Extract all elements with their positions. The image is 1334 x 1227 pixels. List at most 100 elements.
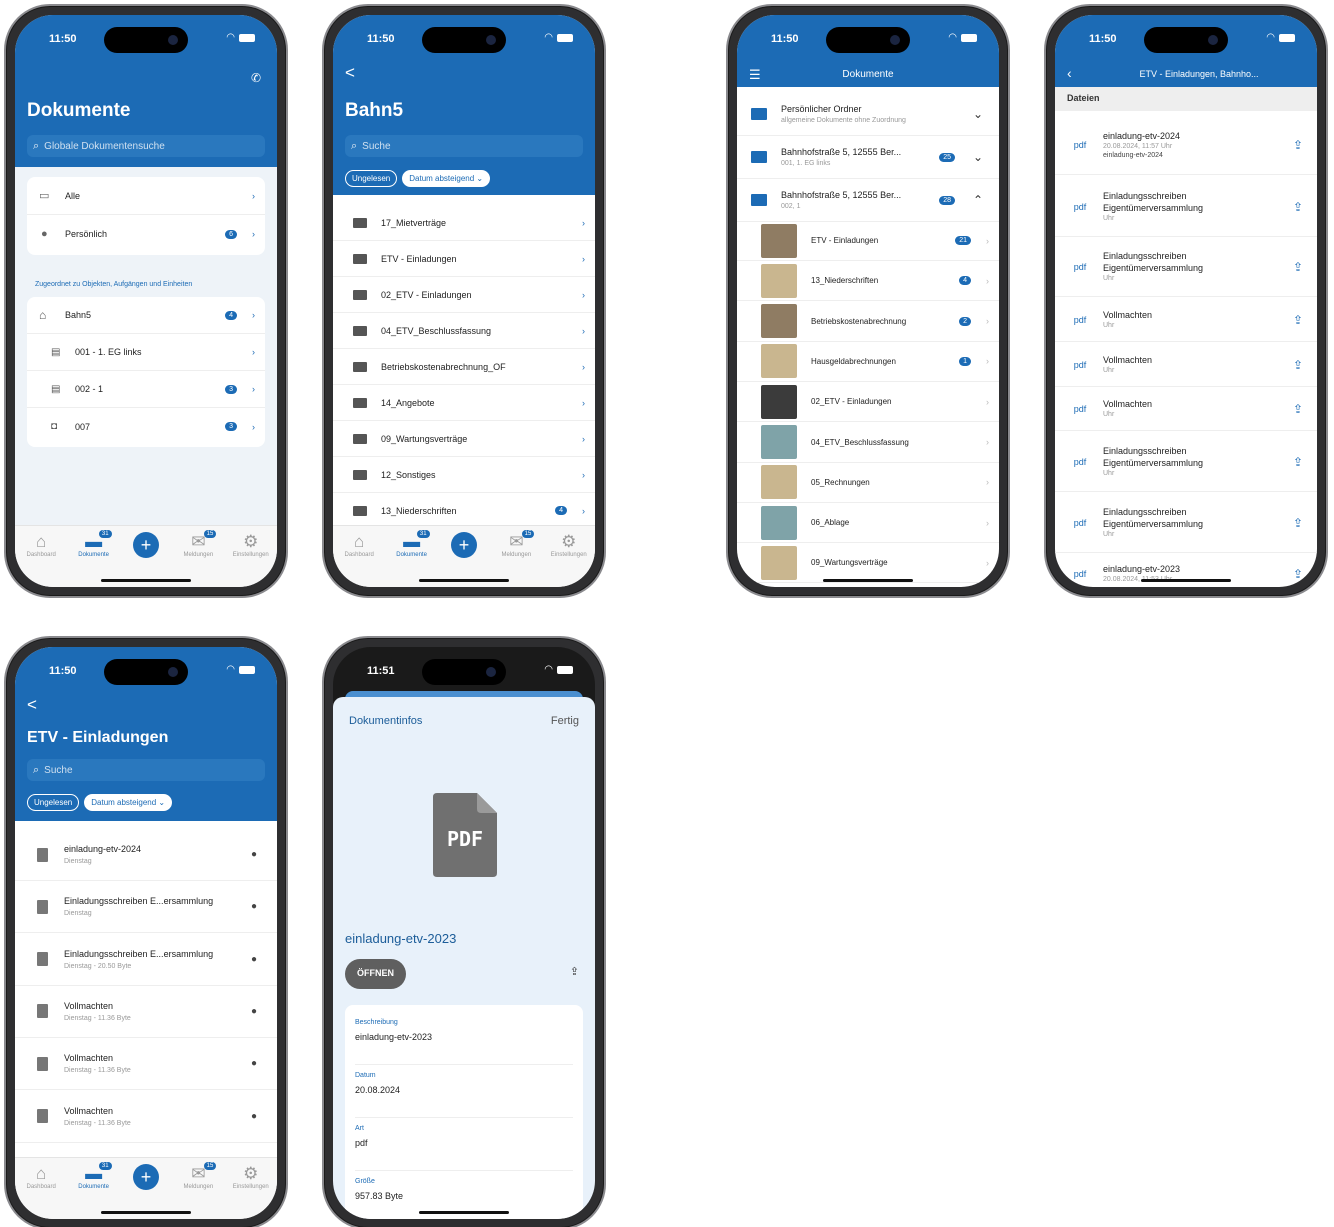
tab-einstellungen[interactable]: ⚙ Einstellungen <box>543 532 595 587</box>
info-icon[interactable]: ● <box>251 1006 257 1017</box>
status-time: 11:50 <box>771 33 799 45</box>
tab-einstellungen[interactable]: ⚙ Einstellungen <box>225 532 277 587</box>
folder-item[interactable]: 17_Mietverträge › <box>333 205 595 241</box>
pdf-file-icon <box>37 1109 48 1123</box>
info-icon[interactable]: ● <box>251 1111 257 1122</box>
share-icon[interactable]: ⇪ <box>1293 138 1303 152</box>
list-item-persoenlich[interactable]: ● Persönlich 6 › <box>27 215 265 253</box>
object-item-001[interactable]: ▤ 001 - 1. EG links › <box>27 334 265 371</box>
done-button[interactable]: Fertig <box>551 715 579 727</box>
subfolder-item[interactable]: 06_Ablage › <box>737 503 999 544</box>
folder-item[interactable]: 04_ETV_Beschlussfassung › <box>333 313 595 349</box>
group-label: Persönlicher Ordner <box>781 104 862 114</box>
folder-item[interactable]: Betriebskostenabrechnung_OF › <box>333 349 595 385</box>
pdf-type-label: pdf <box>1073 403 1087 414</box>
subfolder-item[interactable]: Betriebskostenabrechnung 2 › <box>737 302 999 342</box>
share-icon[interactable]: ⇪ <box>1293 200 1303 214</box>
count-badge: 3 <box>225 384 237 394</box>
chevron-down-icon: ⌄ <box>972 107 983 121</box>
folder-item[interactable]: 02_ETV - Einladungen › <box>333 277 595 313</box>
object-item-007[interactable]: ◘ 007 3 › <box>27 408 265 445</box>
file-item[interactable]: pdf Vollmachten Uhr ⇪ <box>1055 387 1317 431</box>
info-icon[interactable]: ● <box>251 901 257 912</box>
info-icon[interactable]: ● <box>251 954 257 965</box>
home-indicator <box>1141 579 1231 582</box>
back-icon[interactable]: ‹ <box>1067 65 1072 81</box>
share-icon[interactable]: ⇪ <box>1293 313 1303 327</box>
subfolder-item[interactable]: 13_Niederschriften 4 › <box>737 261 999 302</box>
wifi-icon: ◠ <box>544 664 553 675</box>
chevron-up-icon: ⌃ <box>972 193 983 207</box>
tab-dashboard[interactable]: ⌂ Dashboard <box>15 1164 67 1219</box>
group-item[interactable]: Bahnhofstraße 5, 12555 Ber... 002, 1 28 ⌃ <box>737 179 999 222</box>
document-item[interactable]: Vollmachten Dienstag - 11.36 Byte ● <box>15 1091 277 1143</box>
list-item-alle[interactable]: ▭ Alle › <box>27 177 265 215</box>
folder-item[interactable]: 09_Wartungsverträge › <box>333 421 595 457</box>
file-item[interactable]: pdf Einladungsschreiben Eigentümerversamml… <box>1055 237 1317 297</box>
document-item[interactable]: Einladungsschreiben E...ersammlung Dienst… <box>15 881 277 934</box>
info-icon[interactable]: ● <box>251 849 257 860</box>
group-item[interactable]: Bahnhofstraße 5, 12555 Ber... 001, 1. EG … <box>737 136 999 179</box>
filter-sort[interactable]: Datum absteigend ⌄ <box>402 170 491 187</box>
folder-thumbnail <box>761 465 797 500</box>
object-item-002[interactable]: ▤ 002 - 1 3 › <box>27 371 265 408</box>
file-item[interactable]: pdf Einladungsschreiben Eigentümerversamml… <box>1055 432 1317 492</box>
file-item[interactable]: pdf Einladungsschreiben Eigentümerversamml… <box>1055 493 1317 553</box>
open-button[interactable]: ÖFFNEN <box>345 959 406 989</box>
phone-icon[interactable]: ✆ <box>251 71 261 85</box>
file-item[interactable]: pdf einladung-etv-2024 20.08.2024, 11:57 U… <box>1055 115 1317 175</box>
document-item[interactable]: Vollmachten Dienstag - 11.36 Byte ● <box>15 986 277 1038</box>
share-icon[interactable]: ⇪ <box>1293 260 1303 274</box>
detail-field: Beschreibung einladung-etv-2023 <box>355 1015 573 1065</box>
subfolder-item[interactable]: 04_ETV_Beschlussfassung › <box>737 423 999 463</box>
file-title: Einladungsschreiben <box>1103 251 1187 261</box>
folder-item[interactable]: ETV - Einladungen › <box>333 241 595 277</box>
chevron-right-icon: › <box>582 217 585 228</box>
file-item[interactable]: pdf Einladungsschreiben Eigentümerversamml… <box>1055 177 1317 237</box>
back-icon[interactable]: < <box>27 695 37 715</box>
filter-unread[interactable]: Ungelesen <box>345 170 398 187</box>
filter-unread[interactable]: Ungelesen <box>27 794 80 811</box>
file-item[interactable]: pdf einladung-etv-2023 20.08.2024, 11:53 U… <box>1055 554 1317 587</box>
share-icon[interactable]: ⇪ <box>1293 516 1303 530</box>
subfolder-item[interactable]: 09_Wartungsverträge › <box>737 543 999 584</box>
global-search-input[interactable]: ⌕ Globale Dokumentensuche <box>27 135 265 157</box>
chevron-right-icon: › <box>986 396 989 407</box>
file-sub: Uhr <box>1103 322 1115 329</box>
document-item[interactable]: Einladungsschreiben E...ersammlung Dienst… <box>15 934 277 986</box>
search-input[interactable]: ⌕ Suche <box>345 135 583 157</box>
subfolder-item[interactable]: 05_Rechnungen › <box>737 463 999 503</box>
folder-item[interactable]: 14_Angebote › <box>333 385 595 421</box>
file-item[interactable]: pdf Vollmachten Uhr ⇪ <box>1055 298 1317 342</box>
details-card: Beschreibung einladung-etv-2023 Datum 20.08… <box>345 1005 583 1219</box>
tab-einstellungen[interactable]: ⚙ Einstellungen <box>225 1164 277 1219</box>
info-icon[interactable]: ● <box>251 1058 257 1069</box>
share-icon[interactable]: ⇪ <box>1293 402 1303 416</box>
share-icon[interactable]: ⇪ <box>1293 455 1303 469</box>
pdf-type-label: pdf <box>1073 261 1087 272</box>
search-input[interactable]: ⌕ Suche <box>27 759 265 781</box>
filter-sort[interactable]: Datum absteigend ⌄ <box>84 794 173 811</box>
subfolder-item[interactable]: 02_ETV - Einladungen › <box>737 382 999 423</box>
phone-dokumente: 11:50 ◠ ✆ Dokumente ⌕ Globale Dokumenten… <box>4 4 288 598</box>
document-item[interactable]: einladung-etv-2024 Dienstag ● <box>15 829 277 881</box>
back-icon[interactable]: < <box>345 63 355 83</box>
share-icon[interactable]: ⇪ <box>1293 567 1303 581</box>
group-item[interactable]: Persönlicher Ordner allgemeine Dokumente … <box>737 93 999 136</box>
tab-dashboard[interactable]: ⌂ Dashboard <box>15 532 67 587</box>
objects-card: ⌂ Bahn5 4 › ▤ 001 - 1. EG links › ▤ 002 … <box>27 297 265 447</box>
subfolder-item[interactable]: Hausgeldabrechnungen 1 › <box>737 342 999 382</box>
dynamic-island <box>104 659 188 685</box>
group-label: Bahnhofstraße 5, 12555 Ber... <box>781 190 902 200</box>
folder-item[interactable]: 13_Niederschriften 4 › <box>333 493 595 529</box>
subfolder-item[interactable]: ETV - Einladungen 21 › <box>737 221 999 261</box>
share-icon[interactable]: ⇪ <box>1293 358 1303 372</box>
document-item[interactable]: Vollmachten Dienstag - 11.36 Byte ● <box>15 1038 277 1091</box>
folder-item[interactable]: 12_Sonstiges › <box>333 457 595 493</box>
object-item-bahn5[interactable]: ⌂ Bahn5 4 › <box>27 297 265 334</box>
section-header: Dateien <box>1055 87 1317 111</box>
share-icon[interactable]: ⇪ <box>570 965 579 978</box>
tab-dashboard[interactable]: ⌂ Dashboard <box>333 532 385 587</box>
file-item[interactable]: pdf Vollmachten Uhr ⇪ <box>1055 343 1317 387</box>
pdf-file-icon <box>37 1004 48 1019</box>
